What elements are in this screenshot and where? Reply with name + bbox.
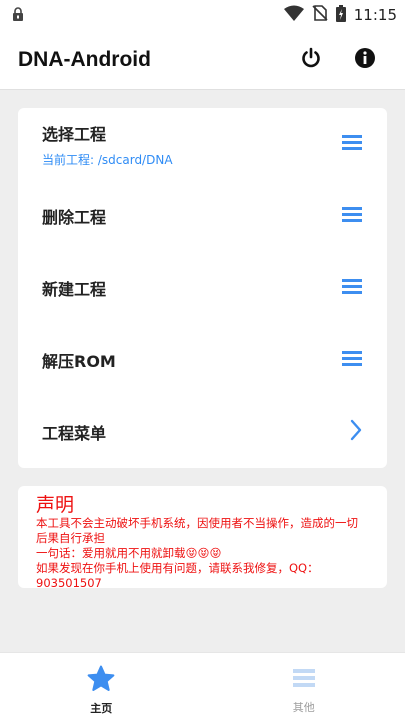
laughing-emoji: 😝😝😝 — [185, 546, 222, 560]
tab-other-label: 其他 — [292, 701, 315, 714]
menu-item-label: 删除工程 — [42, 208, 107, 227]
menu-item-project-menu[interactable]: 工程菜单 — [42, 396, 363, 468]
menu-item-label: 解压ROM — [42, 352, 116, 371]
app-title: DNA-Android — [18, 47, 151, 71]
menu-item-label: 新建工程 — [42, 280, 107, 299]
power-icon — [300, 47, 322, 73]
menu-item-label: 选择工程 — [42, 124, 107, 144]
star-icon — [87, 665, 115, 696]
disclaimer-line: 一句话：爱用就用不用就卸载😝😝😝 — [36, 546, 369, 561]
lock-icon — [12, 6, 24, 25]
tab-home-label: 主页 — [90, 702, 113, 715]
chevron-right-icon — [349, 419, 363, 445]
wifi-icon — [283, 5, 304, 25]
disclaimer-card: 声明 本工具不会主动破坏手机系统，因使用者不当操作，造成的一切后果自行承担 一句… — [18, 486, 387, 590]
tab-home[interactable]: 主页 — [0, 653, 203, 720]
tab-other[interactable]: 其他 — [203, 653, 405, 720]
battery-icon — [335, 4, 346, 26]
disclaimer-line: 如果发现在你手机上使用有问题，请联系我修复，QQ：903501507 — [36, 561, 319, 590]
disclaimer-title: 声明 — [36, 494, 75, 516]
disclaimer-line: 本工具不会主动破坏手机系统，因使用者不当操作，造成的一切后果自行承担 — [36, 516, 358, 545]
info-icon — [354, 47, 376, 73]
app-bar: DNA-Android — [0, 30, 405, 90]
info-button[interactable] — [343, 38, 387, 82]
hamburger-icon — [341, 133, 363, 155]
menu-item-delete-project[interactable]: 删除工程 — [42, 180, 363, 252]
no-sim-icon — [312, 5, 328, 25]
hamburger-icon — [341, 349, 363, 371]
status-bar: 11:15 — [0, 0, 405, 30]
hamburger-icon — [341, 205, 363, 227]
menu-item-select-project[interactable]: 选择工程 当前工程: /sdcard/DNA — [42, 108, 363, 180]
menu-item-extract-rom[interactable]: 解压ROM — [42, 324, 363, 396]
bottom-navigation: 主页 其他 — [0, 652, 405, 720]
power-button[interactable] — [289, 38, 333, 82]
disclaimer-text: 一句话：爱用就用不用就卸载 — [36, 546, 186, 560]
menu-card: 选择工程 当前工程: /sdcard/DNA 删除工程 新建工程 解压ROM 工… — [18, 108, 387, 468]
current-project-path: 当前工程: /sdcard/DNA — [42, 152, 173, 167]
menu-item-label: 工程菜单 — [42, 424, 107, 443]
hamburger-icon — [291, 665, 317, 695]
status-time: 11:15 — [353, 6, 397, 24]
hamburger-icon — [341, 277, 363, 299]
menu-item-new-project[interactable]: 新建工程 — [42, 252, 363, 324]
